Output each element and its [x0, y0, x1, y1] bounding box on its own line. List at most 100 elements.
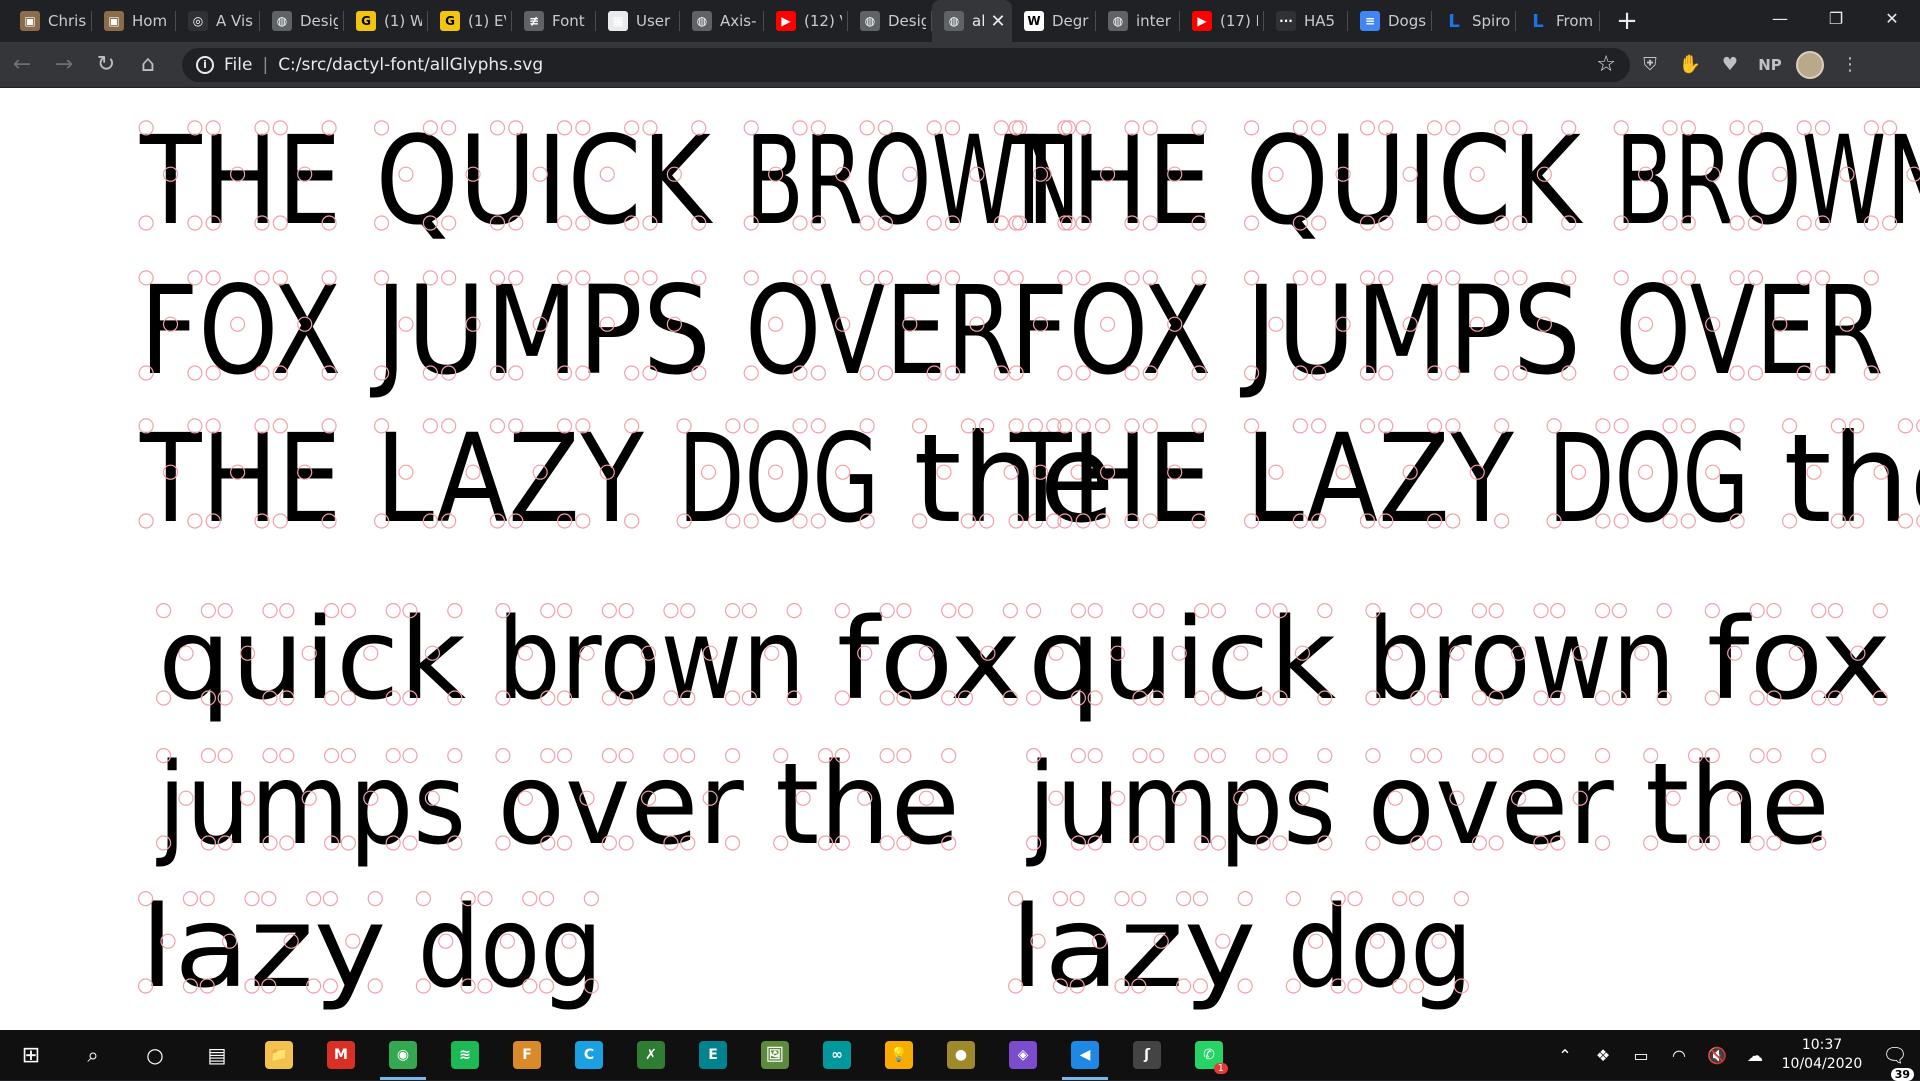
globe-icon: ◍ [272, 11, 292, 31]
tab-title: Dogs [1388, 12, 1426, 30]
image-thumbnail-icon: ▣ [20, 11, 40, 31]
task-view-button[interactable]: ▤ [186, 1030, 248, 1080]
battery-icon[interactable]: ▭ [1622, 1046, 1660, 1065]
chrome-icon: ◉ [389, 1041, 417, 1069]
sliders-icon: ≢ [524, 11, 544, 31]
browser-tab[interactable]: G (1) EV [428, 0, 512, 42]
browser-toolbar: ← → ↻ ⌂ i File | C:/src/dactyl-font/allG… [0, 42, 1920, 88]
kebab-menu-icon: ⋮ [1841, 54, 1859, 75]
taskbar-app-gmail[interactable]: M [310, 1030, 372, 1080]
specimen-line: lazy dog [138, 883, 603, 1013]
taskbar-app-whatsapp[interactable]: ✆ 1 [1178, 1030, 1240, 1080]
browser-tab[interactable]: ◍ Desig [260, 0, 344, 42]
taskbar-app-visual-studio[interactable]: ◈ [992, 1030, 1054, 1080]
puzzle-heart-icon[interactable]: ♥ [1710, 45, 1750, 85]
browser-tab[interactable]: ◎ A Visi [176, 0, 260, 42]
ccleaner-icon: C [575, 1041, 603, 1069]
tab-strip: ▣ Chris ▣ Hom ◎ A Visi ◍ Desig G (1) W G (1) EV ≢ Fon… [0, 0, 1920, 42]
taskbar-app-vs-code[interactable]: ◀ [1054, 1030, 1116, 1080]
reload-button[interactable]: ↻ [86, 45, 126, 85]
tab-list: ▣ Chris ▣ Hom ◎ A Visi ◍ Desig G (1) W G (1) EV ≢ Fon… [0, 0, 1600, 42]
browser-tab[interactable]: ▦ User [596, 0, 680, 42]
chevron-up-icon[interactable]: ⌃ [1546, 1046, 1584, 1065]
tab-title: Chris [48, 12, 86, 30]
spotify-icon: ≋ [451, 1041, 479, 1069]
browser-tab[interactable]: ▶ (12) V [764, 0, 848, 42]
browser-tab[interactable]: ▶ (17) F [1180, 0, 1264, 42]
browser-tab[interactable]: ≡ Dogs [1348, 0, 1432, 42]
shield-icon[interactable]: ⛨ [1630, 45, 1670, 85]
userscripts-icon: ▦ [608, 11, 628, 31]
notification-icon: 🗨 [1882, 1043, 1908, 1067]
browser-tab[interactable]: ◍ inter [1096, 0, 1180, 42]
taskbar-app-arduino[interactable]: ∞ [806, 1030, 868, 1080]
image-viewer-icon: 🖼 [761, 1041, 789, 1069]
close-window-button[interactable]: ✕ [1864, 0, 1920, 36]
goodreads-g-icon: G [356, 11, 376, 31]
page-viewport: THE QUICK BROWN FOX JUMPS OVER THE LAZY DOG the qu… [0, 88, 1920, 1030]
tab-title: A Visi [216, 12, 254, 30]
browser-tab[interactable]: ◍ Axis- [680, 0, 764, 42]
menu-button[interactable]: ⋮ [1830, 45, 1870, 85]
specimen-line: jumps over the [1025, 740, 1830, 870]
wifi-icon[interactable]: ◠ [1660, 1046, 1698, 1065]
taskbar-app-file-explorer[interactable]: 📁 [248, 1030, 310, 1080]
letter-l-icon: L [1532, 10, 1544, 32]
bookmark-star-icon[interactable]: ☆ [1596, 52, 1616, 77]
reload-icon: ↻ [96, 52, 116, 77]
notification-count-badge: 39 [1890, 1068, 1914, 1081]
search-button[interactable]: ⌕ [62, 1030, 124, 1080]
windows-taskbar: ⊞ ⌕ ○ ▤ 📁 M ◉ ≋ F C ✗ E 🖼 ∞ 💡 ● ◈ ◀ ʃ ✆ 1 ⌃ ❖ ▭ ◠ 🔇 ☁ 10… [0, 1030, 1920, 1081]
taskbar-app-ccleaner[interactable]: C [558, 1030, 620, 1080]
onedrive-icon[interactable]: ☁ [1736, 1046, 1774, 1065]
spiro-icon: ʃ [1133, 1041, 1161, 1069]
url-text[interactable]: C:/src/dactyl-font/allGlyphs.svg [278, 55, 1596, 75]
address-bar[interactable]: i File | C:/src/dactyl-font/allGlyphs.sv… [182, 47, 1630, 82]
taskbar-app-git-app[interactable]: ✗ [620, 1030, 682, 1080]
tab-title: Desig [300, 12, 338, 30]
minimize-button[interactable]: — [1752, 0, 1808, 36]
profile-button[interactable] [1790, 45, 1830, 85]
new-tab-button[interactable]: + [1606, 0, 1648, 42]
forward-button[interactable]: → [44, 45, 84, 85]
arrow-right-icon: → [54, 52, 74, 77]
browser-tab[interactable]: L From [1516, 0, 1600, 42]
tab-title: Spiro [1472, 12, 1510, 30]
browser-tab[interactable]: ··· HA5 [1264, 0, 1348, 42]
back-button[interactable]: ← [2, 45, 42, 85]
info-icon[interactable]: i [196, 55, 214, 74]
specimen-word: QUICK [1245, 110, 1583, 252]
home-button[interactable]: ⌂ [128, 45, 168, 85]
browser-tab[interactable]: ◍ Desig [848, 0, 932, 42]
browser-tab[interactable]: W Degr [1012, 0, 1096, 42]
taskbar-app-chrome[interactable]: ◉ [372, 1030, 434, 1080]
specimen-line: THELAZYDOGthe [1008, 408, 1920, 550]
taskbar-app-fontforge[interactable]: F [496, 1030, 558, 1080]
address-separator: | [262, 54, 269, 75]
specimen-word: QUICK [375, 110, 713, 252]
search-icon: ⌕ [87, 1043, 99, 1067]
volume-muted-icon[interactable]: 🔇 [1698, 1046, 1736, 1065]
browser-tab[interactable]: L Spiro [1432, 0, 1516, 42]
taskbar-app-spiro[interactable]: ʃ [1116, 1030, 1178, 1080]
start-button[interactable]: ⊞ [0, 1030, 62, 1080]
red-hand-icon[interactable]: ✋ [1670, 45, 1710, 85]
taskbar-app-game[interactable]: ● [930, 1030, 992, 1080]
tab-title: inter [1136, 12, 1171, 30]
action-center-button[interactable]: 🗨 39 [1870, 1043, 1920, 1081]
browser-tab[interactable]: G (1) W [344, 0, 428, 42]
taskbar-app-editor[interactable]: E [682, 1030, 744, 1080]
browser-tab[interactable]: ▣ Chris [8, 0, 92, 42]
browser-tab[interactable]: ◍ al ✕ [932, 0, 1012, 42]
clock[interactable]: 10:37 10/04/2020 [1774, 1036, 1870, 1074]
restore-button[interactable]: ❐ [1808, 0, 1864, 36]
taskbar-app-spotify[interactable]: ≋ [434, 1030, 496, 1080]
taskbar-app-keep[interactable]: 💡 [868, 1030, 930, 1080]
browser-tab[interactable]: ▣ Hom [92, 0, 176, 42]
cortana-button[interactable]: ○ [124, 1030, 186, 1080]
dropbox-icon[interactable]: ❖ [1584, 1046, 1622, 1065]
np-extension-icon[interactable]: NP [1750, 45, 1790, 85]
browser-tab[interactable]: ≢ Font [512, 0, 596, 42]
close-tab-icon[interactable]: ✕ [990, 11, 1006, 32]
taskbar-app-image-viewer[interactable]: 🖼 [744, 1030, 806, 1080]
